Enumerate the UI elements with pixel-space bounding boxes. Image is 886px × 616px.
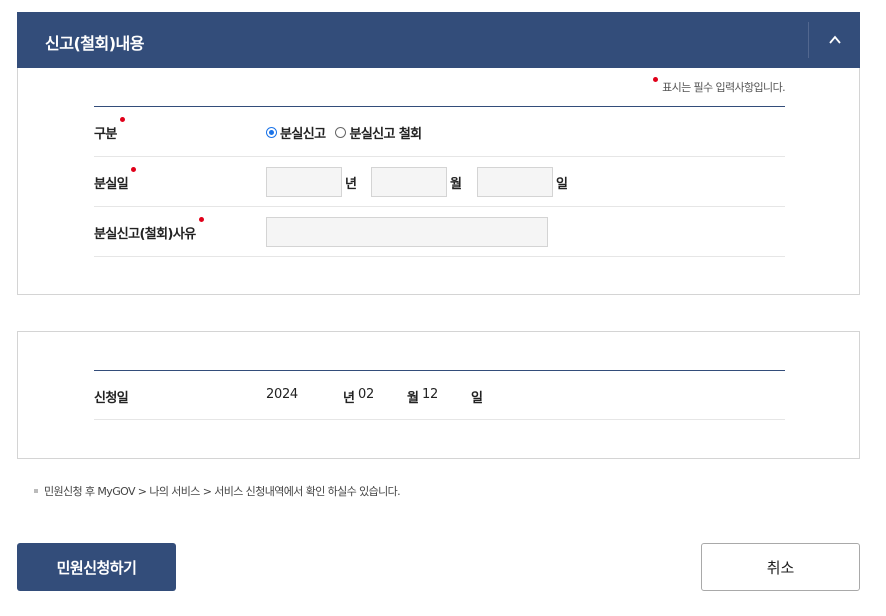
notice-text: 민원신청 후 MyGOV > 나의 서비스 > 서비스 신청내역에서 확인 하실…: [44, 485, 401, 498]
day-unit: 일: [556, 177, 568, 192]
lost-date-row: 분실일 년 월 일: [94, 157, 785, 207]
report-form-table: 구분 분실신고 분실신고 철회 분실일 년 월 일 분실신고(철회)사유: [94, 106, 785, 257]
reason-label: 분실신고(철회)사유: [94, 217, 204, 242]
radio-unchecked-icon[interactable]: [335, 127, 347, 138]
type-radio-group: 분실신고 분실신고 철회: [266, 123, 422, 142]
report-form-panel: 표시는 필수 입력사항입니다. 구분 분실신고 분실신고 철회 분실일 년 월 …: [17, 68, 860, 295]
radio-checked-icon[interactable]: [266, 127, 277, 138]
lost-date-label: 분실일: [94, 167, 137, 192]
application-year-unit: 년: [343, 391, 355, 406]
application-date-panel: 신청일 2024 년 02 월 12 일: [17, 331, 860, 459]
lost-month-input[interactable]: [371, 167, 447, 197]
required-dot-icon: [653, 77, 659, 82]
required-dot-icon: [119, 117, 125, 122]
type-label: 구분: [94, 117, 125, 142]
bullet-icon: [34, 489, 38, 493]
type-row: 구분 분실신고 분실신고 철회: [94, 107, 785, 157]
application-date-table: 신청일 2024 년 02 월 12 일: [94, 370, 785, 420]
required-dot-icon: [198, 217, 204, 222]
application-date-row: 신청일 2024 년 02 월 12 일: [94, 371, 785, 420]
month-unit: 월: [450, 177, 462, 192]
notice: 민원신청 후 MyGOV > 나의 서비스 > 서비스 신청내역에서 확인 하실…: [34, 483, 401, 499]
section-header: 신고(철회)내용: [17, 12, 860, 68]
lost-year-input[interactable]: [266, 167, 342, 197]
application-month-unit: 월: [407, 391, 419, 406]
lost-day-input[interactable]: [477, 167, 553, 197]
radio-lost-report-withdraw[interactable]: 분실신고 철회: [335, 123, 422, 142]
reason-input[interactable]: [266, 217, 548, 247]
application-day-unit: 일: [471, 391, 483, 406]
radio-lost-report[interactable]: 분실신고: [266, 123, 326, 142]
application-day: 12: [422, 387, 438, 402]
required-dot-icon: [131, 167, 137, 172]
year-unit: 년: [345, 177, 357, 192]
cancel-button[interactable]: 취소: [701, 543, 860, 591]
section-title: 신고(철회)내용: [45, 34, 144, 53]
submit-application-button[interactable]: 민원신청하기: [17, 543, 176, 591]
collapse-button[interactable]: [809, 12, 860, 68]
application-year: 2024: [266, 387, 298, 402]
radio-lost-report-withdraw-label: 분실신고 철회: [349, 127, 422, 142]
radio-lost-report-label: 분실신고: [280, 127, 326, 142]
chevron-up-icon: [828, 35, 841, 44]
reason-label-text: 분실신고(철회)사유: [94, 227, 196, 242]
reason-row: 분실신고(철회)사유: [94, 207, 785, 257]
application-date-label: 신청일: [94, 391, 129, 406]
lost-date-label-text: 분실일: [94, 177, 129, 192]
required-note-text: 표시는 필수 입력사항입니다.: [662, 81, 786, 94]
application-month: 02: [358, 387, 374, 402]
required-note: 표시는 필수 입력사항입니다.: [653, 77, 786, 95]
type-label-text: 구분: [94, 127, 117, 142]
